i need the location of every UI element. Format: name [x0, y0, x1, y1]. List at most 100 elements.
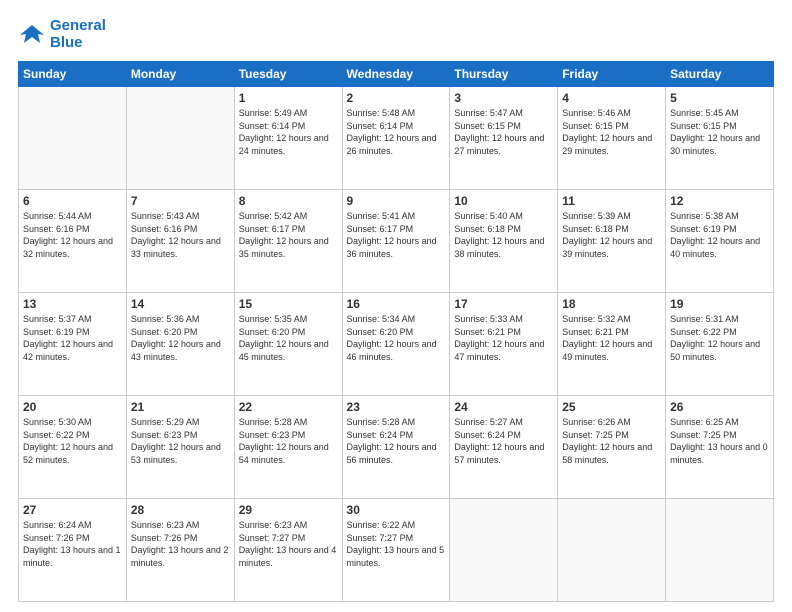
calendar-week-4: 27Sunrise: 6:24 AM Sunset: 7:26 PM Dayli…	[19, 499, 774, 602]
day-info: Sunrise: 5:38 AM Sunset: 6:19 PM Dayligh…	[670, 210, 769, 260]
day-info: Sunrise: 5:43 AM Sunset: 6:16 PM Dayligh…	[131, 210, 230, 260]
calendar-cell	[558, 499, 666, 602]
day-info: Sunrise: 5:42 AM Sunset: 6:17 PM Dayligh…	[239, 210, 338, 260]
day-number: 15	[239, 297, 338, 311]
calendar-cell: 8 Sunrise: 5:42 AM Sunset: 6:17 PM Daylig…	[234, 190, 342, 293]
calendar-cell: 9Sunrise: 5:41 AM Sunset: 6:17 PM Daylig…	[342, 190, 450, 293]
day-number: 7	[131, 194, 230, 208]
calendar-cell: 23 Sunrise: 5:28 AM Sunset: 6:24 PM Dayli…	[342, 396, 450, 499]
calendar-cell: 26 Sunrise: 6:25 AM Sunset: 7:25 PM Dayli…	[666, 396, 774, 499]
day-info: Sunrise: 5:28 AM Sunset: 6:23 PM Dayligh…	[239, 416, 338, 466]
day-number: 30	[347, 503, 446, 517]
calendar-header-monday: Monday	[126, 62, 234, 87]
logo-icon	[18, 21, 46, 49]
calendar-cell: 1 Sunrise: 5:49 AM Sunset: 6:14 PM Daylig…	[234, 87, 342, 190]
day-number: 21	[131, 400, 230, 414]
day-number: 28	[131, 503, 230, 517]
day-info: Sunrise: 5:37 AM Sunset: 6:19 PM Dayligh…	[23, 313, 122, 363]
day-info: Sunrise: 5:47 AM Sunset: 6:15 PM Dayligh…	[454, 107, 553, 157]
calendar-header-tuesday: Tuesday	[234, 62, 342, 87]
day-number: 13	[23, 297, 122, 311]
day-number: 3	[454, 91, 553, 105]
calendar-cell: 5Sunrise: 5:45 AM Sunset: 6:15 PM Daylig…	[666, 87, 774, 190]
calendar-cell: 2 Sunrise: 5:48 AM Sunset: 6:14 PM Daylig…	[342, 87, 450, 190]
calendar-cell: 24 Sunrise: 5:27 AM Sunset: 6:24 PM Dayli…	[450, 396, 558, 499]
day-info: Sunrise: 5:44 AM Sunset: 6:16 PM Dayligh…	[23, 210, 122, 260]
calendar-cell: 13 Sunrise: 5:37 AM Sunset: 6:19 PM Dayli…	[19, 293, 127, 396]
day-number: 6	[23, 194, 122, 208]
day-number: 4	[562, 91, 661, 105]
day-number: 2	[347, 91, 446, 105]
day-number: 11	[562, 194, 661, 208]
day-info: Sunrise: 5:48 AM Sunset: 6:14 PM Dayligh…	[347, 107, 446, 157]
day-number: 16	[347, 297, 446, 311]
day-number: 17	[454, 297, 553, 311]
day-info: Sunrise: 6:22 AM Sunset: 7:27 PM Dayligh…	[347, 519, 446, 569]
day-number: 20	[23, 400, 122, 414]
calendar-cell: 10 Sunrise: 5:40 AM Sunset: 6:18 PM Dayli…	[450, 190, 558, 293]
calendar-table: SundayMondayTuesdayWednesdayThursdayFrid…	[18, 61, 774, 602]
calendar-week-2: 13 Sunrise: 5:37 AM Sunset: 6:19 PM Dayli…	[19, 293, 774, 396]
day-number: 1	[239, 91, 338, 105]
day-number: 14	[131, 297, 230, 311]
calendar-cell: 22 Sunrise: 5:28 AM Sunset: 6:23 PM Dayli…	[234, 396, 342, 499]
calendar-cell: 25 Sunrise: 6:26 AM Sunset: 7:25 PM Dayli…	[558, 396, 666, 499]
day-number: 29	[239, 503, 338, 517]
day-info: Sunrise: 6:25 AM Sunset: 7:25 PM Dayligh…	[670, 416, 769, 466]
calendar-header-friday: Friday	[558, 62, 666, 87]
day-number: 25	[562, 400, 661, 414]
day-info: Sunrise: 6:24 AM Sunset: 7:26 PM Dayligh…	[23, 519, 122, 569]
calendar-cell: 28Sunrise: 6:23 AM Sunset: 7:26 PM Dayli…	[126, 499, 234, 602]
calendar-cell: 14 Sunrise: 5:36 AM Sunset: 6:20 PM Dayli…	[126, 293, 234, 396]
calendar-header-saturday: Saturday	[666, 62, 774, 87]
calendar-header-sunday: Sunday	[19, 62, 127, 87]
day-number: 26	[670, 400, 769, 414]
day-number: 23	[347, 400, 446, 414]
calendar-cell: 30 Sunrise: 6:22 AM Sunset: 7:27 PM Dayli…	[342, 499, 450, 602]
day-number: 8	[239, 194, 338, 208]
calendar-cell: 6 Sunrise: 5:44 AM Sunset: 6:16 PM Daylig…	[19, 190, 127, 293]
day-info: Sunrise: 5:30 AM Sunset: 6:22 PM Dayligh…	[23, 416, 122, 466]
day-number: 18	[562, 297, 661, 311]
calendar-cell: 4 Sunrise: 5:46 AM Sunset: 6:15 PM Daylig…	[558, 87, 666, 190]
day-info: Sunrise: 5:28 AM Sunset: 6:24 PM Dayligh…	[347, 416, 446, 466]
calendar-cell	[126, 87, 234, 190]
header: General Blue	[18, 18, 774, 51]
day-number: 24	[454, 400, 553, 414]
calendar-cell: 11 Sunrise: 5:39 AM Sunset: 6:18 PM Dayli…	[558, 190, 666, 293]
day-info: Sunrise: 5:32 AM Sunset: 6:21 PM Dayligh…	[562, 313, 661, 363]
day-info: Sunrise: 5:29 AM Sunset: 6:23 PM Dayligh…	[131, 416, 230, 466]
calendar-week-0: 1 Sunrise: 5:49 AM Sunset: 6:14 PM Daylig…	[19, 87, 774, 190]
calendar-cell: 21 Sunrise: 5:29 AM Sunset: 6:23 PM Dayli…	[126, 396, 234, 499]
day-number: 22	[239, 400, 338, 414]
calendar-cell: 7 Sunrise: 5:43 AM Sunset: 6:16 PM Daylig…	[126, 190, 234, 293]
calendar-week-1: 6 Sunrise: 5:44 AM Sunset: 6:16 PM Daylig…	[19, 190, 774, 293]
calendar-cell: 17 Sunrise: 5:33 AM Sunset: 6:21 PM Dayli…	[450, 293, 558, 396]
day-info: Sunrise: 5:35 AM Sunset: 6:20 PM Dayligh…	[239, 313, 338, 363]
day-number: 5	[670, 91, 769, 105]
day-info: Sunrise: 6:26 AM Sunset: 7:25 PM Dayligh…	[562, 416, 661, 466]
calendar-cell	[19, 87, 127, 190]
calendar-cell: 29 Sunrise: 6:23 AM Sunset: 7:27 PM Dayli…	[234, 499, 342, 602]
day-info: Sunrise: 5:27 AM Sunset: 6:24 PM Dayligh…	[454, 416, 553, 466]
calendar-week-3: 20 Sunrise: 5:30 AM Sunset: 6:22 PM Dayli…	[19, 396, 774, 499]
logo-text: General Blue	[50, 18, 106, 51]
calendar-cell: 3 Sunrise: 5:47 AM Sunset: 6:15 PM Daylig…	[450, 87, 558, 190]
page: General Blue SundayMondayTuesdayWednesda…	[0, 0, 792, 612]
day-info: Sunrise: 5:49 AM Sunset: 6:14 PM Dayligh…	[239, 107, 338, 157]
day-info: Sunrise: 5:46 AM Sunset: 6:15 PM Dayligh…	[562, 107, 661, 157]
day-number: 12	[670, 194, 769, 208]
day-info: Sunrise: 5:33 AM Sunset: 6:21 PM Dayligh…	[454, 313, 553, 363]
day-info: Sunrise: 5:36 AM Sunset: 6:20 PM Dayligh…	[131, 313, 230, 363]
day-info: Sunrise: 5:34 AM Sunset: 6:20 PM Dayligh…	[347, 313, 446, 363]
day-info: Sunrise: 5:40 AM Sunset: 6:18 PM Dayligh…	[454, 210, 553, 260]
calendar-cell	[666, 499, 774, 602]
calendar-cell: 18 Sunrise: 5:32 AM Sunset: 6:21 PM Dayli…	[558, 293, 666, 396]
day-number: 10	[454, 194, 553, 208]
calendar-cell: 19Sunrise: 5:31 AM Sunset: 6:22 PM Dayli…	[666, 293, 774, 396]
day-info: Sunrise: 6:23 AM Sunset: 7:27 PM Dayligh…	[239, 519, 338, 569]
calendar-cell: 16 Sunrise: 5:34 AM Sunset: 6:20 PM Dayli…	[342, 293, 450, 396]
day-info: Sunrise: 5:39 AM Sunset: 6:18 PM Dayligh…	[562, 210, 661, 260]
day-info: Sunrise: 5:31 AM Sunset: 6:22 PM Dayligh…	[670, 313, 769, 363]
calendar-header-wednesday: Wednesday	[342, 62, 450, 87]
